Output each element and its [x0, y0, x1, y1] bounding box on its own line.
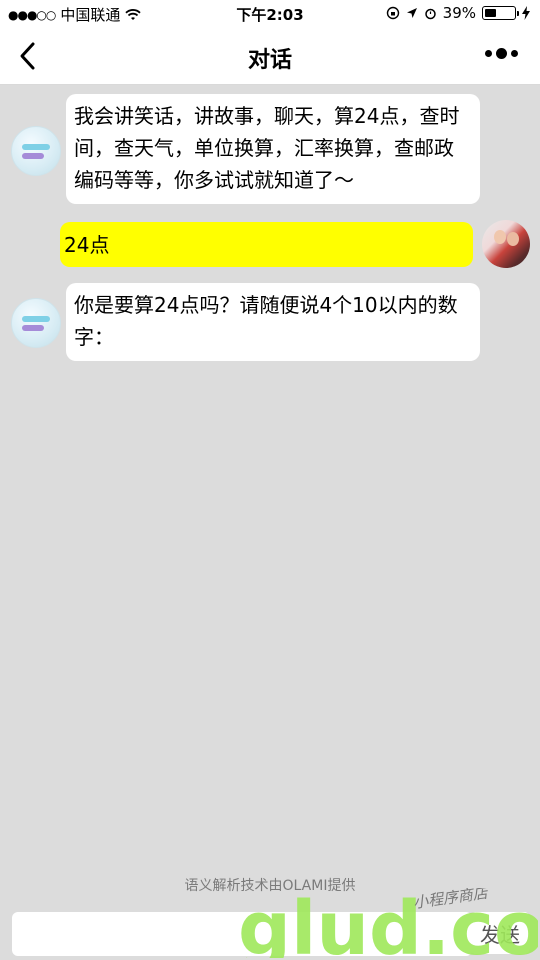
powered-by-note: 语义解析技术由OLAMI提供	[184, 878, 356, 894]
bot-logo-bar	[22, 144, 50, 150]
user-message-bubble: 24点	[60, 222, 473, 267]
page-title: 对话	[247, 48, 292, 73]
bot-logo-bar	[22, 153, 44, 159]
battery-percent: 39%	[442, 4, 476, 22]
bot-logo-bar	[22, 325, 44, 331]
user-avatar	[482, 220, 530, 268]
message-text: 24点	[64, 233, 110, 257]
rotation-lock-icon	[386, 6, 399, 20]
input-area: 发送	[0, 906, 540, 960]
status-bar: ●●●○○ 中国联通 下午2:03 39%	[0, 0, 540, 28]
bot-message-bubble: 你是要算24点吗？请随便说4个10以内的数字：	[66, 283, 480, 361]
nav-bar: 对话	[0, 28, 540, 85]
status-right: 39%	[386, 4, 530, 22]
send-button[interactable]: 发送	[470, 912, 530, 954]
message-text: 我会讲笑话，讲故事，聊天，算24点，查时间，查天气，单位换算，汇率换算，查邮政编…	[74, 104, 460, 192]
location-icon	[406, 8, 417, 18]
message-input[interactable]	[12, 912, 472, 956]
bot-message-bubble: 我会讲笑话，讲故事，聊天，算24点，查时间，查天气，单位换算，汇率换算，查邮政编…	[66, 94, 480, 204]
battery-icon	[482, 6, 519, 20]
more-dots-icon[interactable]	[485, 48, 518, 59]
send-button-label: 发送	[480, 922, 520, 947]
bot-avatar	[11, 298, 61, 348]
alarm-icon	[424, 8, 436, 19]
bot-avatar	[11, 126, 61, 176]
message-text: 你是要算24点吗？请随便说4个10以内的数字：	[74, 293, 458, 349]
charging-icon	[522, 6, 530, 20]
bot-logo-bar	[22, 316, 50, 322]
